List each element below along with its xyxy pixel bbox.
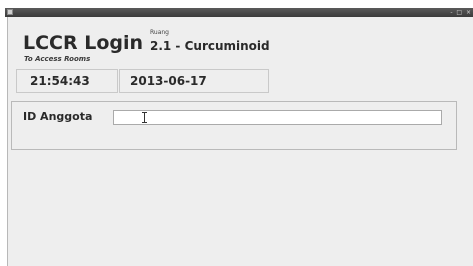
app-title: LCCR Login bbox=[23, 32, 144, 54]
app-subtitle: To Access Rooms bbox=[24, 55, 91, 63]
app-window-icon[interactable] bbox=[7, 9, 13, 15]
id-anggota-label: ID Anggota bbox=[23, 110, 93, 123]
room-label: Ruang bbox=[150, 29, 169, 36]
login-panel: ID Anggota bbox=[11, 101, 457, 150]
window-titlebar[interactable]: - □ × bbox=[5, 8, 473, 17]
date-display: 2013-06-17 bbox=[119, 69, 269, 93]
id-anggota-input[interactable] bbox=[113, 110, 442, 125]
time-display: 21:54:43 bbox=[16, 69, 118, 93]
text-cursor-ibeam-icon bbox=[142, 112, 147, 123]
login-window: LCCR Login To Access Rooms Ruang 2.1 - C… bbox=[7, 17, 473, 266]
room-value: 2.1 - Curcuminoid bbox=[150, 39, 270, 53]
screen: - □ × LCCR Login To Access Rooms Ruang 2… bbox=[0, 0, 473, 266]
window-controls[interactable]: - □ × bbox=[450, 8, 472, 17]
